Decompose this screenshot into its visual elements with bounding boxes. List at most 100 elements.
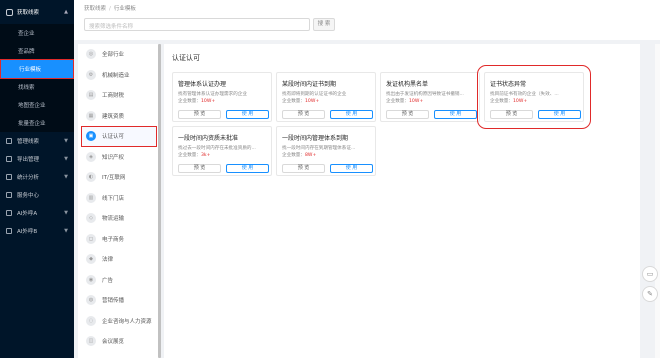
preview-button[interactable]: 预 览 <box>282 164 325 173</box>
industry-item[interactable]: ◫ 会议展览 <box>78 331 160 352</box>
sidebar-item-label: 查品牌 <box>18 49 35 55</box>
page-scrollbar[interactable] <box>655 44 660 358</box>
industry-label: 物流运输 <box>102 216 125 223</box>
industry-item[interactable]: ◈ 知识产权 <box>78 147 160 168</box>
industry-item[interactable]: ◐ IT/互联网 <box>78 167 160 188</box>
sidebar-item-ai-call-a[interactable]: AI外呼A ▼ <box>0 204 74 222</box>
sidebar-item-batch-search[interactable]: 批量查企业 <box>0 114 74 132</box>
breadcrumb-root[interactable]: 获取线索 <box>84 6 106 12</box>
industry-label: 机械制造业 <box>102 72 130 79</box>
count-label: 企业数量： <box>282 153 305 158</box>
count-value: 8W+ <box>304 153 317 158</box>
sidebar-item-ai-call-b[interactable]: AI外呼B ▼ <box>0 222 74 240</box>
sidebar-group-get-leads[interactable]: 获取线索 ▲ <box>0 0 74 24</box>
count-value: 10W+ <box>304 99 320 104</box>
sidebar-item-label: 找线索 <box>18 85 35 91</box>
card-count: 企业数量：8W+ <box>282 152 316 158</box>
card-description: 找一段时间内存在到期管理体系证... <box>282 146 356 151</box>
card-count: 企业数量：10W+ <box>490 98 527 104</box>
phone-icon <box>6 210 12 216</box>
card-count: 企业数量：10W+ <box>178 98 215 104</box>
card-title: 某段时间内证书到期 <box>282 81 337 88</box>
sidebar-item-service-center[interactable]: 服务中心 <box>0 186 74 204</box>
edit-icon[interactable]: ✎ <box>642 286 658 302</box>
preview-button[interactable]: 预 览 <box>386 110 429 119</box>
search-button[interactable]: 搜 索 <box>313 18 335 31</box>
use-button[interactable]: 使 用 <box>434 110 477 119</box>
search-input[interactable]: 搜索筛选条件名称 <box>84 18 310 31</box>
industry-icon: ◐ <box>86 172 96 183</box>
sidebar-item-manage-leads[interactable]: 管理线索 ▼ <box>0 132 74 150</box>
sidebar: 获取线索 ▲ 查企业 查品牌 行业模板 找线索 地图查企业 批量查企业 管理线索… <box>0 0 74 358</box>
industry-item[interactable]: ▦ 建筑资质 <box>78 106 160 127</box>
preview-button[interactable]: 预 览 <box>490 110 533 119</box>
industry-icon: ⚙ <box>86 69 96 80</box>
industry-list: ◎ 全部行业 ⚙ 机械制造业 ▤ 工商财税 ▦ 建筑资质 ▣ 认证认可 ◈ 知识产权 ◐ IT/互联网 ▥ 线… <box>78 44 160 358</box>
industry-item[interactable]: ▤ 工商财税 <box>78 85 160 106</box>
sidebar-submenu: 查企业 查品牌 行业模板 找线索 地图查企业 批量查企业 <box>0 24 74 132</box>
count-label: 企业数量： <box>386 99 409 104</box>
card-count: 企业数量：3k+ <box>178 152 210 158</box>
use-button[interactable]: 使 用 <box>330 110 373 119</box>
count-label: 企业数量： <box>490 99 513 104</box>
industry-item[interactable]: ▥ 线下门店 <box>78 188 160 209</box>
sidebar-item-label: 服务中心 <box>17 193 40 199</box>
industry-icon: ◆ <box>86 254 96 265</box>
card-description: 找出由于发证机构原因导致证书撤销... <box>386 92 464 97</box>
sidebar-item-label: AI外呼B <box>17 229 38 235</box>
preview-button[interactable]: 预 览 <box>178 164 221 173</box>
industry-item[interactable]: ▣ 认证认可 <box>81 126 157 147</box>
use-button[interactable]: 使 用 <box>226 110 269 119</box>
sidebar-item-stats[interactable]: 统计分析 ▼ <box>0 168 74 186</box>
chevron-down-icon: ▼ <box>64 138 68 144</box>
industry-icon: ▤ <box>86 90 96 101</box>
industry-scrollbar[interactable] <box>158 44 161 358</box>
sidebar-item-industry-template[interactable]: 行业模板 <box>0 59 74 79</box>
sidebar-item-search-company[interactable]: 查企业 <box>0 24 74 42</box>
use-button[interactable]: 使 用 <box>330 164 373 173</box>
service-icon <box>6 192 12 198</box>
industry-item[interactable]: ⚙ 机械制造业 <box>78 65 160 86</box>
industry-label: 线下门店 <box>102 195 125 202</box>
sidebar-item-export[interactable]: 导出管理 ▼ <box>0 150 74 168</box>
card-title: 管理体系认证办理 <box>178 81 227 88</box>
industry-item[interactable]: ◎ 全部行业 <box>78 44 160 65</box>
count-label: 企业数量： <box>178 99 201 104</box>
industry-item[interactable]: ◇ 物流运输 <box>78 208 160 229</box>
template-card: 证书状态异常 找目前证书有效的企业（失效、... 企业数量：10W+ 预 览使 用 <box>477 65 591 129</box>
message-icon[interactable]: ▭ <box>642 266 658 282</box>
industry-icon: ▥ <box>86 192 96 203</box>
sidebar-group-label: 获取线索 <box>17 10 40 16</box>
chevron-down-icon: ▼ <box>64 210 68 216</box>
industry-icon: ◻ <box>86 233 96 244</box>
industry-item[interactable]: ◌ 企业咨询与人力资源 <box>78 311 160 332</box>
sidebar-item-search-brand[interactable]: 查品牌 <box>0 42 74 60</box>
sidebar-item-label: 管理线索 <box>17 139 40 145</box>
leads-icon <box>6 8 13 16</box>
preview-button[interactable]: 预 览 <box>178 110 221 119</box>
industry-item[interactable]: ◍ 营销传播 <box>78 290 160 311</box>
chevron-up-icon: ▲ <box>64 9 68 15</box>
sidebar-item-label: AI外呼A <box>17 211 38 217</box>
manage-icon <box>6 138 12 144</box>
industry-item[interactable]: ◆ 法律 <box>78 249 160 270</box>
industry-item[interactable]: ◻ 电子商务 <box>78 229 160 250</box>
industry-icon: ◇ <box>86 213 96 224</box>
sidebar-item-label: 统计分析 <box>17 175 40 181</box>
breadcrumb-current: 行业模板 <box>113 6 136 12</box>
top-bar: 获取线索 / 行业模板 搜索筛选条件名称 搜 索 <box>74 0 660 40</box>
industry-label: 广告 <box>102 277 114 284</box>
preview-button[interactable]: 预 览 <box>282 110 325 119</box>
sidebar-item-find-leads[interactable]: 找线索 <box>0 78 74 96</box>
use-button[interactable]: 使 用 <box>226 164 269 173</box>
industry-icon: ▣ <box>86 131 96 142</box>
card-title: 一段时间内资质未批准 <box>178 135 239 142</box>
sidebar-item-map-search[interactable]: 地图查企业 <box>0 96 74 114</box>
card-description: 找目前证书有效的企业（失效、... <box>490 92 559 97</box>
use-button[interactable]: 使 用 <box>538 110 581 119</box>
industry-icon: ◍ <box>86 295 96 306</box>
industry-item[interactable]: ◉ 广告 <box>78 270 160 291</box>
industry-label: IT/互联网 <box>102 175 126 182</box>
template-card: 发证机构黑名单 找出由于发证机构原因导致证书撤销... 企业数量：10W+ 预 览使 … <box>380 72 480 122</box>
industry-label: 全部行业 <box>102 52 125 59</box>
